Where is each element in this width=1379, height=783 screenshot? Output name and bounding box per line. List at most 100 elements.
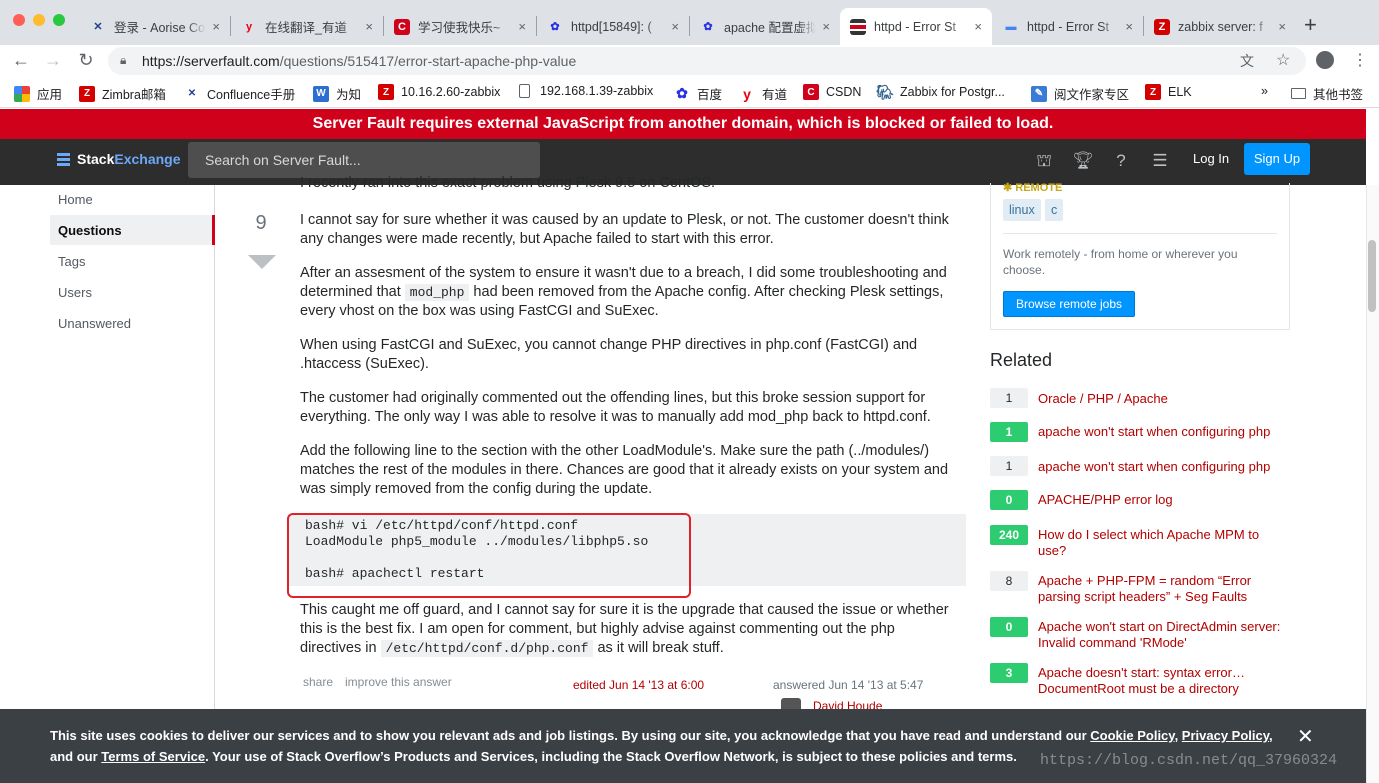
folder-icon xyxy=(1291,88,1306,99)
minimize-window-button[interactable] xyxy=(33,14,45,26)
related-link[interactable]: Apache won't start on DirectAdmin server… xyxy=(1038,619,1288,651)
nav-questions[interactable]: Questions xyxy=(58,223,122,238)
baidu-icon: ✿ xyxy=(550,21,560,33)
bookmark-zabbix-39[interactable]: 192.168.1.39-zabbix xyxy=(519,84,653,98)
browser-tab[interactable]: Z zabbix server: f × xyxy=(1144,8,1296,45)
improve-answer-link[interactable]: improve this answer xyxy=(345,675,452,689)
browser-tab[interactable]: ▬ httpd - Error St × xyxy=(993,8,1143,45)
profile-avatar-icon[interactable] xyxy=(1316,51,1334,69)
achievements-trophy-icon[interactable]: 🏆︎ xyxy=(1072,151,1094,171)
javascript-warning-banner: Server Fault requires external JavaScrip… xyxy=(0,109,1366,139)
site-search-input[interactable]: Search on Server Fault... xyxy=(188,142,540,178)
browser-tab[interactable]: ✿ httpd[15849]: ( × xyxy=(537,8,689,45)
bookmark-zabbix-60[interactable]: Z 10.16.2.60-zabbix xyxy=(378,84,500,100)
inbox-icon[interactable]: ⛫ xyxy=(1033,151,1055,171)
bookmark-elk[interactable]: Z ELK xyxy=(1145,84,1192,100)
nav-tags[interactable]: Tags xyxy=(58,254,85,269)
close-icon[interactable]: × xyxy=(1278,19,1286,34)
zabbix-icon: Z xyxy=(1145,84,1161,100)
csdn-icon: C xyxy=(803,84,819,100)
close-icon[interactable]: × xyxy=(365,19,373,34)
share-link[interactable]: share xyxy=(303,675,333,689)
related-score: 1 xyxy=(990,422,1028,442)
scrollbar-thumb[interactable] xyxy=(1368,240,1376,312)
bookmark-yuewen[interactable]: ✎ 阅文作家专区 xyxy=(1031,84,1129,103)
bookmark-youdao[interactable]: y 有道 xyxy=(739,84,787,103)
related-score: 240 xyxy=(990,525,1028,545)
close-icon[interactable]: × xyxy=(518,19,526,34)
close-icon[interactable]: × xyxy=(822,19,830,34)
privacy-policy-link[interactable]: Privacy Policy xyxy=(1182,728,1269,743)
close-icon[interactable]: × xyxy=(671,19,679,34)
browser-tab[interactable]: ✿ apache 配置虚拟 × xyxy=(690,8,840,45)
tag-c[interactable]: c xyxy=(1045,199,1064,221)
related-score: 3 xyxy=(990,663,1028,683)
browser-tab[interactable]: ✕ 登录 - Aorise Co × xyxy=(80,8,230,45)
wiz-icon: W xyxy=(313,85,329,102)
bookmark-csdn[interactable]: C CSDN xyxy=(803,84,861,100)
related-link[interactable]: APACHE/PHP error log xyxy=(1038,492,1288,508)
close-window-button[interactable] xyxy=(13,14,25,26)
related-link[interactable]: Apache + PHP-FPM = random “Error parsing… xyxy=(1038,573,1288,605)
browser-tab-active[interactable]: httpd - Error St × xyxy=(840,8,992,45)
downvote-arrow-icon[interactable] xyxy=(248,255,276,269)
tag-linux[interactable]: linux xyxy=(1003,199,1041,221)
related-link[interactable]: How do I select which Apache MPM to use? xyxy=(1038,527,1288,559)
related-score: 8 xyxy=(990,571,1028,591)
back-button[interactable]: ← xyxy=(10,50,32,71)
help-icon[interactable]: ? xyxy=(1110,151,1132,171)
browse-remote-jobs-button[interactable]: Browse remote jobs xyxy=(1003,291,1135,317)
new-tab-button[interactable]: + xyxy=(1304,12,1317,38)
bookmark-apps[interactable]: 应用 xyxy=(14,84,62,103)
stackexchange-logo[interactable]: Stack Exchange xyxy=(57,151,181,167)
baidu-icon: ✿ xyxy=(703,21,713,33)
close-icon[interactable]: × xyxy=(1125,19,1133,34)
highlight-annotation-box xyxy=(287,513,691,598)
nav-home[interactable]: Home xyxy=(58,192,93,207)
close-icon[interactable]: ✕ xyxy=(1297,724,1314,749)
zabbix-icon: Z xyxy=(378,84,394,100)
bookmark-zimbra[interactable]: Z Zimbra邮箱 xyxy=(79,84,166,103)
zimbra-icon: Z xyxy=(79,85,95,102)
related-link[interactable]: apache won't start when configuring php xyxy=(1038,459,1288,475)
forward-button[interactable]: → xyxy=(42,50,64,71)
baidu-icon: ✿ xyxy=(676,85,688,101)
maximize-window-button[interactable] xyxy=(53,14,65,26)
bookmark-baidu[interactable]: ✿ 百度 xyxy=(674,84,722,103)
browser-tab[interactable]: C 学习使我快乐~ × xyxy=(384,8,536,45)
jobs-description: Work remotely - from home or wherever yo… xyxy=(1003,247,1238,277)
answer-paragraph: After an assesment of the system to ensu… xyxy=(300,265,947,319)
lock-icon: 🔒︎ xyxy=(120,53,127,67)
answer-paragraph: I recently ran into this exact problem u… xyxy=(300,175,716,191)
translate-icon[interactable]: 文 xyxy=(1240,51,1254,71)
bookmark-star-icon[interactable]: ☆ xyxy=(1276,50,1290,70)
more-bookmarks-button[interactable]: » xyxy=(1261,84,1268,98)
nav-unanswered[interactable]: Unanswered xyxy=(58,316,131,331)
related-link[interactable]: Oracle / PHP / Apache xyxy=(1038,391,1288,407)
page-icon xyxy=(519,84,530,98)
site-switcher-icon[interactable]: ☰ xyxy=(1149,151,1171,171)
browser-menu-icon[interactable]: ⋮ xyxy=(1352,50,1368,70)
close-icon[interactable]: × xyxy=(212,19,220,34)
x-logo-icon: ✕ xyxy=(93,21,103,33)
nav-users[interactable]: Users xyxy=(58,285,92,300)
close-icon[interactable]: × xyxy=(974,19,982,34)
reload-button[interactable]: ↻ xyxy=(75,50,97,71)
bookmark-wiz[interactable]: W 为知 xyxy=(313,84,361,103)
bookmark-zabbix-postgres[interactable]: 🐘︎ Zabbix for Postgr... xyxy=(876,84,1005,100)
related-score: 1 xyxy=(990,388,1028,408)
terms-of-service-link[interactable]: Terms of Service xyxy=(101,749,205,764)
bookmark-confluence[interactable]: ✕ Confluence手册 xyxy=(184,84,295,103)
x-logo-icon: ✕ xyxy=(187,88,197,99)
edited-timestamp[interactable]: edited Jun 14 '13 at 6:00 xyxy=(573,678,704,692)
related-link[interactable]: Apache doesn't start: syntax error… Docu… xyxy=(1038,665,1288,697)
cookie-policy-link[interactable]: Cookie Policy xyxy=(1090,728,1174,743)
other-bookmarks-folder[interactable]: 其他书签 xyxy=(1291,84,1363,103)
signup-button[interactable]: Sign Up xyxy=(1244,143,1310,175)
browser-tab[interactable]: y 在线翻译_有道 × xyxy=(231,8,383,45)
inline-code: mod_php xyxy=(404,284,470,301)
login-link[interactable]: Log In xyxy=(1193,151,1229,166)
url-bar[interactable]: 🔒︎ https://serverfault.com/questions/515… xyxy=(108,47,1306,75)
youdao-icon: y xyxy=(743,85,751,102)
related-link[interactable]: apache won't start when configuring php xyxy=(1038,424,1288,440)
